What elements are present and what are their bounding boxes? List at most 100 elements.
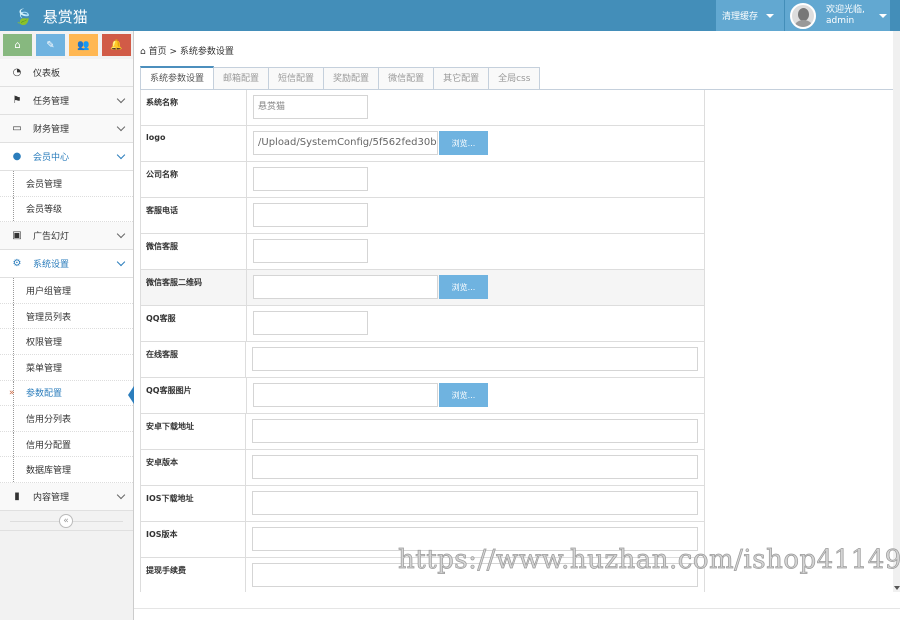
sidebar-subitem-member-manage[interactable]: 会员管理 [0, 171, 133, 197]
sidebar-subitem-label: 会员等级 [26, 205, 63, 216]
welcome-text: 欢迎光临, [826, 4, 865, 15]
sidebar-subitem-credit-list[interactable]: 信用分列表 [0, 406, 133, 432]
form-row: QQ客服 [141, 306, 704, 342]
browse-button[interactable]: 浏览... [439, 131, 488, 155]
field-label: 在线客服 [141, 342, 246, 377]
file-path-input[interactable] [253, 383, 438, 407]
sidebar-subitem-member-level[interactable]: 会员等级 [0, 196, 133, 223]
sidebar-item-label: 广告幻灯 [33, 232, 70, 243]
users-icon: 👥 [77, 39, 90, 51]
sidebar-subitem-label: 信用分列表 [26, 414, 72, 425]
field-label: 微信客服二维码 [141, 270, 247, 305]
chevron-down-icon [116, 229, 126, 239]
tab-global-css[interactable]: 全局css [489, 67, 541, 90]
text-input[interactable] [252, 491, 698, 515]
book-icon: ▮ [14, 490, 20, 502]
file-path-input[interactable] [253, 275, 438, 299]
sidebar-item-label: 仪表板 [33, 69, 61, 79]
sidebar-subitem-label: 用户组管理 [26, 286, 72, 297]
caret-down-icon [766, 13, 775, 18]
breadcrumb: ⌂ 首页 > 系统参数设置 [140, 44, 234, 57]
settings-form-frame: 系统名称 悬赏猫 logo/Upload/SystemConfig/5f562fed… [140, 89, 893, 592]
bell-shortcut-button[interactable]: 🔔 [102, 34, 131, 56]
text-input[interactable] [253, 239, 368, 263]
bell-icon: 🔔 [110, 39, 123, 51]
field-label: 系统名称 [141, 90, 247, 125]
home-icon: ⌂ [14, 39, 21, 51]
sidebar-subitem-credit-config[interactable]: 信用分配置 [0, 431, 133, 458]
text-input[interactable] [252, 527, 698, 551]
form-row: 微信客服 [141, 234, 704, 270]
sidebar-subitem-database[interactable]: 数据库管理 [0, 457, 133, 483]
sidebar-item-label: 内容管理 [33, 492, 70, 503]
avatar [790, 2, 816, 29]
clear-cache-label: 清理缓存 [722, 12, 759, 22]
text-input[interactable] [252, 455, 698, 479]
dashboard-icon: ◔ [12, 67, 22, 78]
tab-other[interactable]: 其它配置 [434, 67, 490, 90]
inbox-icon: ▭ [12, 123, 22, 134]
browse-button[interactable]: 浏览... [439, 275, 488, 299]
sidebar-subitem-admins[interactable]: 管理员列表 [0, 303, 133, 330]
sidebar-item-content[interactable]: ▮ 内容管理 [0, 482, 133, 511]
text-input[interactable] [253, 203, 368, 227]
users-shortcut-button[interactable]: 👥 [69, 34, 98, 56]
user-icon: ● [12, 151, 22, 162]
sidebar-subitem-menus[interactable]: 菜单管理 [0, 354, 133, 381]
text-input[interactable]: 悬赏猫 [253, 95, 368, 119]
sidebar-subitem-label: 菜单管理 [26, 363, 63, 374]
browse-button[interactable]: 浏览... [439, 383, 488, 407]
sidebar-item-settings[interactable]: ⚙ 系统设置 [0, 250, 133, 279]
tab-sms[interactable]: 短信配置 [269, 67, 325, 90]
brand[interactable]: 🍃 悬赏猫 [14, 6, 88, 27]
home-icon: ⌂ [140, 47, 146, 57]
sidebar-item-label: 任务管理 [33, 97, 70, 107]
sidebar-item-finance[interactable]: ▭ 财务管理 [0, 115, 133, 143]
tab-wechat[interactable]: 微信配置 [379, 67, 435, 90]
flag-icon: ⚑ [12, 95, 22, 106]
field-label: 公司名称 [141, 162, 247, 197]
text-input[interactable] [253, 311, 368, 335]
sidebar-subitem-usergroup[interactable]: 用户组管理 [0, 278, 133, 304]
clear-cache-button[interactable]: 清理缓存 [716, 0, 784, 31]
breadcrumb-home[interactable]: 首页 [149, 47, 167, 57]
form-row: 客服电话 [141, 198, 704, 234]
sidebar-collapse-toggle[interactable]: « [0, 511, 133, 531]
sidebar-subitem-label: 数据库管理 [26, 466, 72, 477]
edit-shortcut-button[interactable]: ✎ [36, 34, 65, 56]
text-input[interactable] [252, 563, 698, 587]
sidebar-subitem-label: 权限管理 [26, 338, 63, 349]
settings-tabs: 系统参数设置 邮箱配置 短信配置 奖励配置 微信配置 其它配置 全局css [140, 66, 541, 90]
sidebar-subitem-label: 参数配置 [26, 389, 63, 400]
text-input[interactable] [252, 419, 698, 443]
sidebar-item-ads[interactable]: ▣ 广告幻灯 [0, 222, 133, 251]
file-path-input[interactable]: /Upload/SystemConfig/5f562fed30b5 [253, 131, 438, 155]
sidebar-subitem-permissions[interactable]: 权限管理 [0, 329, 133, 355]
gear-icon: ⚙ [12, 258, 22, 270]
chevron-down-icon [116, 257, 126, 267]
tab-reward[interactable]: 奖励配置 [324, 67, 380, 90]
brand-title: 悬赏猫 [42, 8, 88, 26]
double-angle-right-icon: » [9, 387, 15, 398]
form-row: IOS下载地址 [141, 486, 704, 522]
double-angle-left-icon: « [59, 513, 73, 528]
sidebar-subitem-params[interactable]: » 参数配置 [0, 380, 134, 407]
user-menu[interactable]: 欢迎光临, admin [785, 0, 890, 31]
sidebar-subitem-label: 信用分配置 [26, 440, 72, 451]
tab-email[interactable]: 邮箱配置 [214, 67, 270, 90]
sidebar-item-tasks[interactable]: ⚑ 任务管理 [0, 87, 133, 115]
sidebar-item-members[interactable]: ● 会员中心 [0, 143, 133, 171]
text-input[interactable] [253, 167, 368, 191]
username: admin [826, 15, 855, 26]
tab-system[interactable]: 系统参数设置 [140, 66, 215, 90]
caret-down-icon [878, 13, 887, 18]
sidebar-item-label: 会员中心 [33, 153, 70, 163]
form-row: 微信客服二维码 浏览... [141, 270, 704, 306]
text-input[interactable] [252, 347, 698, 371]
sidebar-item-dashboard[interactable]: ◔ 仪表板 [0, 59, 133, 87]
home-shortcut-button[interactable]: ⌂ [3, 34, 32, 56]
scrollbar[interactable] [893, 31, 900, 592]
footer-divider [134, 608, 900, 609]
form-row: QQ客服图片 浏览... [141, 378, 704, 414]
chevron-down-icon [116, 94, 126, 104]
